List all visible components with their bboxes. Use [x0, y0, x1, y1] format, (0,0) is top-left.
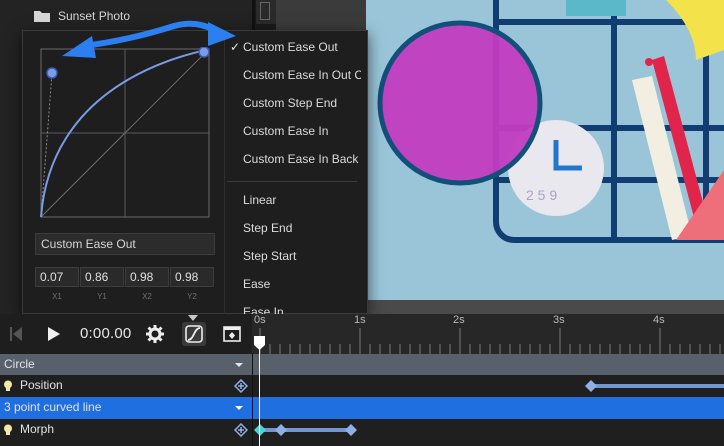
add-keyframe-icon[interactable] — [234, 379, 248, 393]
ruler-label-2s: 2s — [453, 314, 465, 326]
menu-item-custom-ease-in-back[interactable]: Custom Ease In Back — [243, 152, 361, 172]
timeline-row-circle[interactable]: Circle — [0, 354, 724, 376]
x1-field[interactable]: 0.07 — [35, 267, 79, 287]
menu-separator — [227, 181, 357, 182]
go-to-start-button[interactable] — [4, 322, 28, 346]
x1-label: X1 — [52, 292, 62, 301]
play-icon — [48, 327, 60, 341]
ruler-label-1s: 1s — [354, 314, 366, 326]
timeline-divider — [252, 354, 253, 446]
y2-field[interactable]: 0.98 — [170, 267, 214, 287]
current-time-display[interactable]: 0:00.00 — [80, 325, 131, 342]
add-keyframe-icon[interactable] — [234, 423, 248, 437]
x2-label: X2 — [142, 292, 152, 301]
row-label-circle: Circle — [4, 357, 35, 371]
keyframe-diamond[interactable] — [274, 423, 288, 437]
row-label-curved-line: 3 point curved line — [4, 400, 102, 414]
timeline-row-curved-line[interactable]: 3 point curved line — [0, 397, 724, 419]
file-item-label: Sunset Photo — [58, 9, 131, 23]
file-list-item[interactable]: Sunset Photo — [0, 4, 250, 28]
popup-divider — [224, 31, 225, 315]
playhead-line — [259, 340, 260, 446]
x2-field[interactable]: 0.98 — [125, 267, 169, 287]
morph-track[interactable] — [252, 419, 724, 441]
app-window: Sunset Photo 2 5 9 Custom Ease Out 0.07 … — [0, 0, 724, 446]
play-button[interactable] — [42, 322, 66, 346]
preset-name-field[interactable]: Custom Ease Out — [35, 233, 215, 255]
checkmark-icon: ✓ — [230, 40, 241, 54]
row-label-position: Position — [20, 378, 63, 392]
keyframe-panel-icon — [223, 326, 241, 342]
control-point-2-handle[interactable] — [198, 47, 210, 58]
timeline-row-morph[interactable]: Morph — [0, 419, 724, 441]
playhead-handle[interactable] — [254, 336, 265, 350]
menu-item-ease[interactable]: Ease — [243, 277, 361, 297]
easing-curve-icon — [185, 325, 203, 343]
chevron-down-icon[interactable] — [234, 403, 244, 413]
easing-popup: Custom Ease Out 0.07 0.86 0.98 0.98 X1 Y… — [22, 30, 368, 315]
magenta-circle-shape — [377, 20, 543, 186]
easing-button[interactable] — [182, 322, 206, 346]
ruler-label-3s: 3s — [553, 314, 565, 326]
menu-item-custom-step-end[interactable]: Custom Step End — [243, 96, 361, 116]
menu-item-custom-ease-in-out[interactable]: Custom Ease In Out C — [243, 68, 361, 88]
keyframe-view-button[interactable] — [220, 322, 244, 346]
keyframe-span-bar — [591, 384, 724, 388]
row-label-morph: Morph — [20, 422, 55, 436]
ruler-label-0s: 0s — [254, 314, 266, 326]
svg-text:2 5 9: 2 5 9 — [526, 187, 557, 203]
menu-item-step-end[interactable]: Step End — [243, 221, 361, 241]
tape-shape — [666, 0, 724, 60]
folder-icon — [34, 11, 50, 22]
scroll-thumb[interactable] — [260, 2, 270, 20]
artboard-canvas[interactable]: 2 5 9 — [366, 0, 724, 300]
settings-button[interactable] — [143, 322, 167, 346]
y1-field[interactable]: 0.86 — [80, 267, 124, 287]
position-track[interactable] — [252, 375, 724, 397]
chevron-down-icon[interactable] — [234, 360, 244, 370]
menu-item-linear[interactable]: Linear — [243, 193, 361, 213]
skip-back-icon — [10, 327, 22, 341]
artwork: 2 5 9 — [377, 0, 724, 243]
keyframe-diamond-active[interactable] — [253, 423, 267, 437]
menu-item-custom-ease-in[interactable]: Custom Ease In — [243, 124, 361, 144]
bezier-curve-editor[interactable] — [39, 47, 211, 219]
timeline-row-next — [0, 441, 724, 446]
menu-item-custom-ease-out[interactable]: Custom Ease Out — [243, 40, 361, 60]
y2-label: Y2 — [187, 292, 197, 301]
timeline-row-position[interactable]: Position — [0, 375, 724, 397]
control-point-1-handle[interactable] — [46, 67, 58, 79]
popup-pointer-icon — [188, 315, 198, 321]
menu-item-step-start[interactable]: Step Start — [243, 249, 361, 269]
gear-icon — [146, 325, 164, 343]
ruler-label-4s: 4s — [653, 314, 665, 326]
y1-label: Y1 — [97, 292, 107, 301]
keyframe-diamond[interactable] — [344, 423, 358, 437]
keyframe-diamond[interactable] — [584, 379, 598, 393]
